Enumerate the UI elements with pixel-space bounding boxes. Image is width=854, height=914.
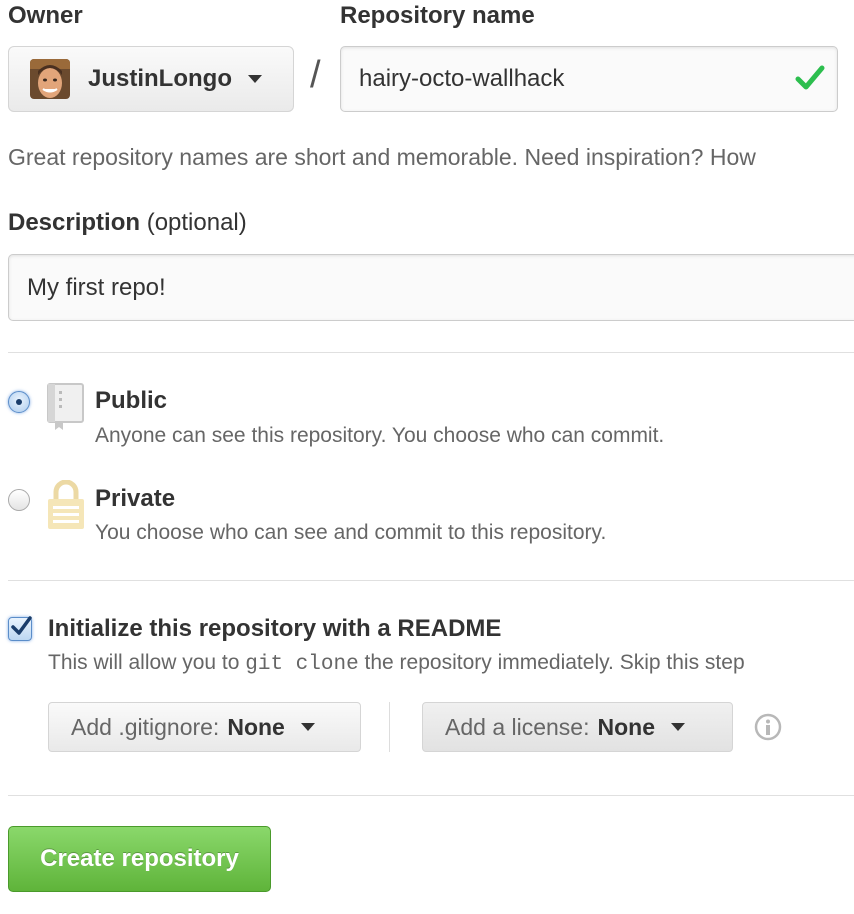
license-label: Add a license: — [445, 713, 590, 740]
lock-icon — [47, 479, 85, 535]
readme-desc-code: git clone — [245, 653, 359, 676]
license-dropdown[interactable]: Add a license: None — [422, 702, 733, 752]
public-description: Anyone can see this repository. You choo… — [95, 424, 665, 447]
readme-description: This will allow you to git clone the rep… — [48, 651, 745, 676]
description-label-row: Description (optional) — [8, 209, 247, 237]
owner-repo-separator: / — [310, 54, 321, 96]
private-radio[interactable] — [8, 489, 30, 511]
readme-desc-suffix: the repository immediately. Skip this st… — [364, 651, 745, 674]
create-repository-button[interactable]: Create repository — [8, 826, 271, 892]
license-value: None — [597, 713, 655, 740]
gitignore-value: None — [227, 713, 285, 740]
public-radio[interactable] — [8, 391, 30, 413]
description-value: My first repo! — [27, 273, 166, 301]
chevron-down-icon — [247, 75, 262, 83]
chevron-down-icon — [670, 723, 685, 731]
repository-name-label: Repository name — [340, 2, 535, 29]
repository-name-input[interactable]: hairy-octo-wallhack — [340, 46, 838, 112]
description-input[interactable]: My first repo! — [8, 254, 854, 321]
check-icon — [795, 63, 825, 100]
repository-name-value: hairy-octo-wallhack — [359, 65, 565, 92]
divider — [389, 702, 390, 752]
readme-desc-prefix: This will allow you to — [48, 651, 240, 674]
divider — [8, 795, 854, 796]
checkmark-icon — [11, 616, 32, 635]
gitignore-label: Add .gitignore: — [71, 713, 220, 740]
repository-name-hint: Great repository names are short and mem… — [8, 144, 756, 170]
readme-title: Initialize this repository with a README — [48, 615, 502, 642]
info-icon[interactable] — [754, 713, 782, 746]
private-title: Private — [95, 485, 176, 512]
public-title: Public — [95, 387, 168, 414]
divider — [8, 580, 854, 581]
private-description: You choose who can see and commit to thi… — [95, 521, 607, 544]
readme-checkbox[interactable] — [8, 616, 32, 641]
divider — [8, 352, 854, 353]
owner-name: JustinLongo — [88, 65, 232, 92]
gitignore-dropdown[interactable]: Add .gitignore: None — [48, 702, 361, 752]
owner-label: Owner — [8, 2, 83, 29]
owner-select[interactable]: JustinLongo — [8, 46, 294, 112]
avatar — [30, 59, 70, 99]
repo-book-icon — [47, 383, 85, 436]
description-label: Description — [8, 209, 141, 236]
chevron-down-icon — [300, 723, 315, 731]
description-optional: (optional) — [146, 209, 247, 236]
